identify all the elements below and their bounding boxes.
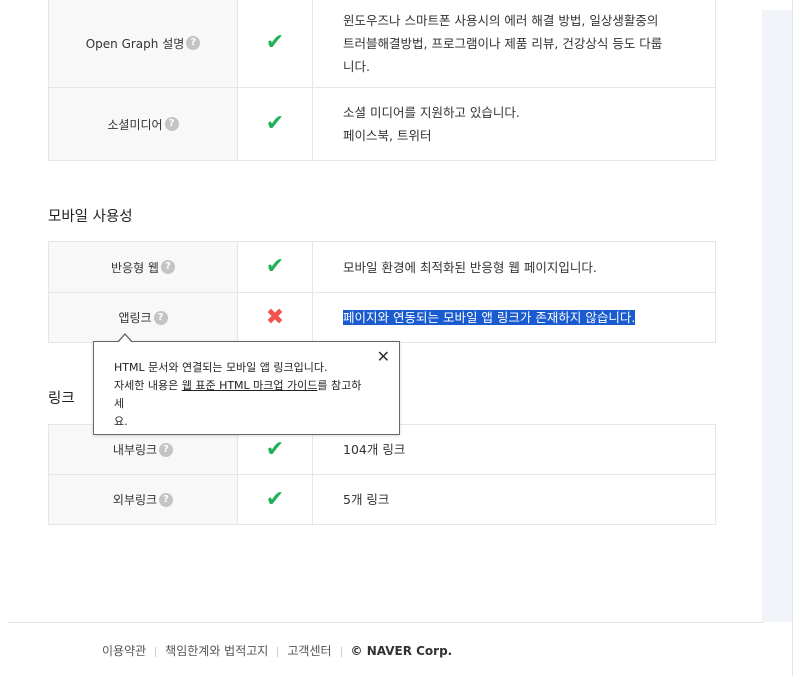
help-icon[interactable]: ?: [164, 117, 179, 131]
description-cell: 모바일 환경에 최적화된 반응형 웹 페이지입니다.: [312, 241, 716, 293]
tooltip-text: HTML 문서와 연결되는 모바일 앱 링크입니다. 자세한 내용은 웹 표준 …: [114, 359, 369, 431]
row-label-cell: 외부링크?: [48, 474, 238, 525]
mobile-section-title: 모바일 사용성: [48, 209, 133, 225]
divider: [155, 646, 157, 657]
help-icon[interactable]: ?: [186, 36, 201, 50]
description-cell: 페이지와 연동되는 모바일 앱 링크가 존재하지 않습니다.: [312, 292, 716, 343]
links-section-title: 링크: [48, 391, 75, 407]
status-cell: ✔: [237, 0, 313, 88]
description-cell: 소셜 미디어를 지원하고 있습니다. 페이스북, 트위터: [312, 87, 716, 161]
internal-links-label: 내부링크: [112, 443, 158, 457]
status-cell: ✔: [237, 241, 313, 293]
table-row: Open Graph 설명? ✔ 윈도우즈나 스마트폰 사용시의 에러 해결 방…: [48, 0, 716, 88]
status-cell: ✔: [237, 87, 313, 161]
description-text: 5개 링크: [343, 492, 390, 507]
support-link[interactable]: 고객센터: [287, 644, 331, 658]
divider: [277, 646, 279, 657]
divider: [340, 646, 342, 657]
description-line: 윈도우즈나 스마트폰 사용시의 에러 해결 방법, 일상생활중의: [343, 12, 659, 28]
help-icon[interactable]: ?: [159, 442, 174, 457]
table-row: 앱링크? ✖ 페이지와 연동되는 모바일 앱 링크가 존재하지 않습니다.: [48, 292, 716, 343]
tooltip-line: 자세한 내용은 웹 표준 HTML 마크업 가이드를 참고하세: [114, 377, 369, 413]
cross-icon: ✖: [265, 304, 285, 330]
check-icon: ✔: [265, 436, 285, 462]
description-cell: 윈도우즈나 스마트폰 사용시의 에러 해결 방법, 일상생활중의 트러블해결방법…: [312, 0, 716, 88]
check-icon: ✔: [265, 254, 285, 279]
description-text: 104개 링크: [343, 442, 406, 457]
help-icon[interactable]: ?: [159, 492, 174, 507]
tooltip-text-prefix: 자세한 내용은: [114, 379, 182, 392]
status-cell: ✔: [237, 474, 313, 525]
help-icon[interactable]: ?: [153, 310, 168, 325]
external-links-label: 외부링크: [112, 493, 158, 507]
description-line: 페이스북, 트위터: [343, 128, 432, 143]
description-text: 모바일 환경에 최적화된 반응형 웹 페이지입니다.: [343, 259, 597, 275]
app-link-label: 앱링크: [118, 311, 152, 325]
selected-description-text[interactable]: 페이지와 연동되는 모바일 앱 링크가 존재하지 않습니다.: [343, 310, 636, 325]
description-cell: 5개 링크: [312, 474, 716, 525]
tooltip-line: 요.: [114, 415, 128, 428]
side-panel: [762, 10, 792, 622]
terms-link[interactable]: 이용약관: [102, 644, 146, 658]
table-row: 외부링크? ✔ 5개 링크: [48, 474, 716, 525]
table-row: 반응형 웹? ✔ 모바일 환경에 최적화된 반응형 웹 페이지입니다.: [48, 241, 716, 293]
row-label-cell: Open Graph 설명?: [48, 0, 238, 88]
markup-guide-link[interactable]: 웹 표준 HTML 마크업 가이드: [182, 379, 318, 392]
row-label-cell: 소셜미디어?: [48, 87, 238, 161]
meta-table: Open Graph 설명? ✔ 윈도우즈나 스마트폰 사용시의 에러 해결 방…: [48, 0, 716, 161]
scrollbar-track[interactable]: [792, 0, 800, 676]
check-icon: ✔: [265, 486, 285, 512]
tooltip-line: HTML 문서와 연결되는 모바일 앱 링크입니다.: [114, 361, 328, 374]
responsive-web-label: 반응형 웹: [111, 260, 159, 275]
row-label-cell: 반응형 웹?: [48, 241, 238, 293]
check-icon: ✔: [265, 30, 285, 55]
links-table: 내부링크? ✔ 104개 링크 외부링크? ✔ 5개 링크: [48, 424, 716, 525]
footer: 이용약관 책임한계와 법적고지 고객센터 © NAVER Corp.: [8, 622, 764, 677]
tooltip-arrow-fill: [118, 335, 132, 343]
row-label-cell: 앱링크?: [48, 292, 238, 343]
description-line: 소셜 미디어를 지원하고 있습니다.: [343, 105, 520, 120]
description-line: 니다.: [343, 58, 370, 74]
description-line: 트러블해결방법, 프로그램이나 제품 리뷰, 건강상식 등도 다룹: [343, 35, 663, 51]
help-icon[interactable]: ?: [160, 260, 175, 274]
copyright: © NAVER Corp.: [350, 644, 453, 658]
liability-link[interactable]: 책임한계와 법적고지: [165, 644, 268, 658]
og-description-label: Open Graph 설명: [85, 36, 185, 51]
social-media-label: 소셜미디어: [107, 117, 163, 132]
mobile-table: 반응형 웹? ✔ 모바일 환경에 최적화된 반응형 웹 페이지입니다. 앱링크?…: [48, 241, 716, 343]
help-tooltip: ✕ HTML 문서와 연결되는 모바일 앱 링크입니다. 자세한 내용은 웹 표…: [93, 341, 400, 435]
status-cell: ✖: [237, 292, 313, 343]
table-row: 소셜미디어? ✔ 소셜 미디어를 지원하고 있습니다. 페이스북, 트위터: [48, 87, 716, 161]
footer-links: 이용약관 책임한계와 법적고지 고객센터 © NAVER Corp.: [102, 642, 452, 659]
close-icon[interactable]: ✕: [377, 347, 390, 366]
check-icon: ✔: [265, 111, 285, 136]
